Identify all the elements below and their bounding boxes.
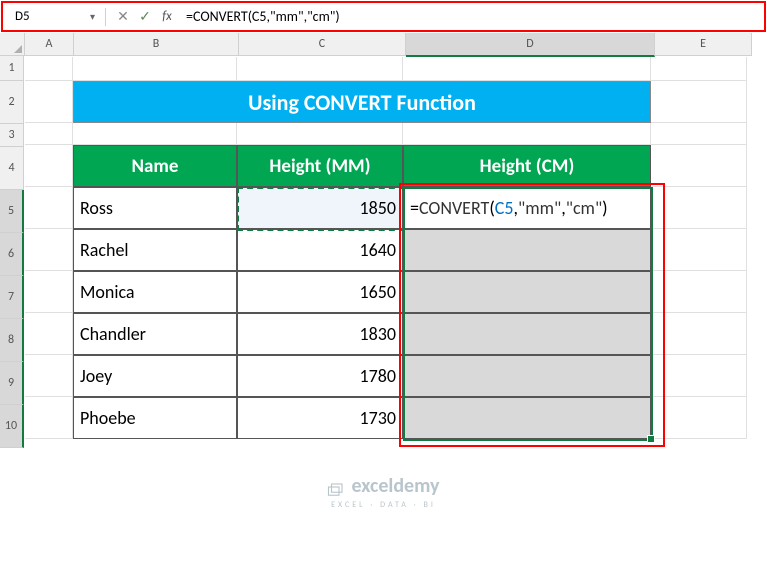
row-header-10[interactable]: 10: [0, 405, 24, 448]
cell-B1[interactable]: [73, 57, 237, 81]
cell-E3[interactable]: [651, 123, 747, 145]
cell-name-1[interactable]: Rachel: [73, 229, 237, 271]
row-header-4[interactable]: 4: [0, 147, 24, 190]
cell-A7[interactable]: [25, 271, 73, 313]
divider: [105, 8, 106, 26]
formula-bar: D5 ▾ ✕ ✓ fx =CONVERT(C5,"mm","cm"): [1, 1, 766, 32]
select-all-corner[interactable]: [0, 33, 25, 56]
cell-A6[interactable]: [25, 229, 73, 271]
cell-mm-3[interactable]: 1830: [237, 313, 403, 355]
cell-D6[interactable]: [403, 229, 651, 271]
cell-A5[interactable]: [25, 187, 73, 229]
spreadsheet: 1 2 3 4 5 6 7 8 9 10 A B C D E: [0, 33, 767, 448]
formula-eq: =: [410, 197, 419, 219]
row-header-7[interactable]: 7: [0, 276, 24, 319]
row-headers: 1 2 3 4 5 6 7 8 9 10: [0, 56, 24, 448]
cell-mm-0[interactable]: 1850: [237, 187, 403, 229]
cell-C1[interactable]: [237, 57, 403, 81]
row-header-2[interactable]: 2: [0, 81, 24, 124]
cell-E5[interactable]: [651, 187, 747, 229]
cell-E8[interactable]: [651, 313, 747, 355]
cell-E9[interactable]: [651, 355, 747, 397]
cell-name-2[interactable]: Monica: [73, 271, 237, 313]
cell-A10[interactable]: [25, 397, 73, 439]
row-header-8[interactable]: 8: [0, 319, 24, 362]
row-header-1[interactable]: 1: [0, 56, 24, 81]
cell-A2[interactable]: [25, 81, 73, 123]
cell-mm-2[interactable]: 1650: [237, 271, 403, 313]
cell-D9[interactable]: [403, 355, 651, 397]
watermark-tagline: EXCEL · DATA · BI: [0, 500, 767, 510]
grid-body: Using CONVERT Function Name Height (MM) …: [25, 57, 752, 439]
cell-A1[interactable]: [25, 57, 73, 81]
cell-D10[interactable]: [403, 397, 651, 439]
cell-D8[interactable]: [403, 313, 651, 355]
cell-D7[interactable]: [403, 271, 651, 313]
cell-E7[interactable]: [651, 271, 747, 313]
cell-D5-active[interactable]: =CONVERT(C5,"mm","cm"): [403, 187, 651, 229]
cell-B3[interactable]: [73, 123, 237, 145]
title-banner[interactable]: Using CONVERT Function: [73, 81, 651, 123]
col-header-E[interactable]: E: [655, 33, 752, 56]
name-box-value: D5: [15, 9, 30, 24]
cell-mm-5[interactable]: 1730: [237, 397, 403, 439]
col-header-C[interactable]: C: [239, 33, 406, 56]
cancel-icon[interactable]: ✕: [114, 8, 132, 26]
cell-E10[interactable]: [651, 397, 747, 439]
enter-icon[interactable]: ✓: [136, 8, 154, 26]
fx-icon[interactable]: fx: [158, 8, 176, 26]
row-header-5[interactable]: 5: [0, 190, 24, 233]
row-header-3[interactable]: 3: [0, 124, 24, 147]
row-header-9[interactable]: 9: [0, 362, 24, 405]
formula-s1: "mm": [518, 197, 561, 219]
formula-s2: "cm": [566, 197, 602, 219]
logo-icon: [327, 479, 345, 493]
formula-close: ): [602, 197, 607, 219]
row-header-6[interactable]: 6: [0, 233, 24, 276]
formula-input[interactable]: =CONVERT(C5,"mm","cm"): [178, 6, 756, 27]
cell-E1[interactable]: [651, 57, 747, 81]
name-box-dropdown-icon[interactable]: ▾: [90, 10, 95, 23]
cell-name-4[interactable]: Joey: [73, 355, 237, 397]
cell-E6[interactable]: [651, 229, 747, 271]
header-mm[interactable]: Height (MM): [237, 145, 403, 187]
cell-D1[interactable]: [403, 57, 651, 81]
formula-ref: C5: [495, 197, 514, 219]
cell-C3[interactable]: [237, 123, 403, 145]
cell-A8[interactable]: [25, 313, 73, 355]
formula-fn: CONVERT: [419, 197, 489, 219]
cell-E4[interactable]: [651, 145, 747, 187]
header-cm[interactable]: Height (CM): [403, 145, 651, 187]
column-headers: A B C D E: [25, 33, 752, 57]
cell-name-0[interactable]: Ross: [73, 187, 237, 229]
cell-A4[interactable]: [25, 145, 73, 187]
col-header-A[interactable]: A: [25, 33, 74, 56]
watermark: exceldemy EXCEL · DATA · BI: [0, 474, 767, 510]
col-header-B[interactable]: B: [74, 33, 239, 56]
cell-name-3[interactable]: Chandler: [73, 313, 237, 355]
cell-mm-1[interactable]: 1640: [237, 229, 403, 271]
watermark-brand: exceldemy: [351, 474, 439, 498]
cell-E2[interactable]: [651, 81, 747, 123]
header-name[interactable]: Name: [73, 145, 237, 187]
cell-D3[interactable]: [403, 123, 651, 145]
cell-A9[interactable]: [25, 355, 73, 397]
col-header-D[interactable]: D: [406, 33, 655, 57]
cell-mm-4[interactable]: 1780: [237, 355, 403, 397]
name-box[interactable]: D5 ▾: [11, 7, 99, 26]
cell-name-5[interactable]: Phoebe: [73, 397, 237, 439]
cell-A3[interactable]: [25, 123, 73, 145]
